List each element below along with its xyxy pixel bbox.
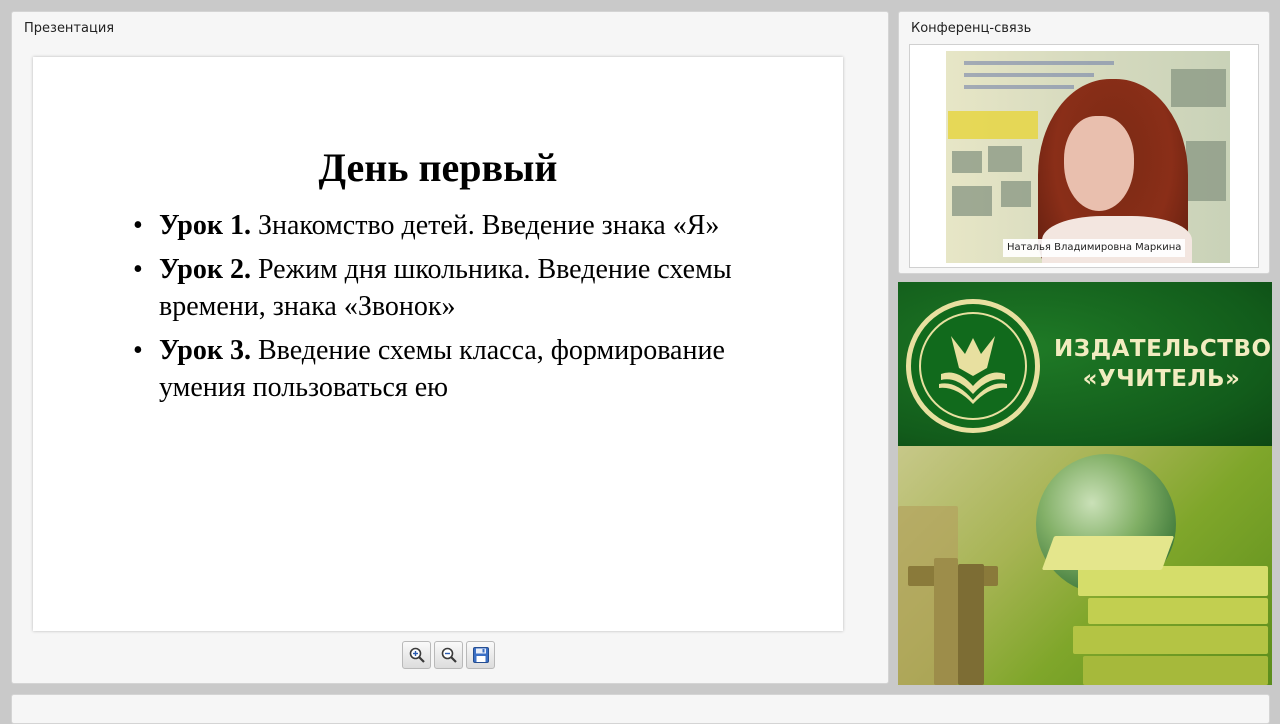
- publisher-name: ИЗДАТЕЛЬСТВО «УЧИТЕЛЬ»: [1054, 334, 1272, 394]
- zoom-in-icon: [409, 647, 425, 663]
- conference-panel-title: Конференц-связь: [911, 21, 1032, 36]
- publisher-logo: [906, 299, 1040, 433]
- poster-photo: [952, 186, 992, 216]
- floppy-disk-icon: [472, 647, 489, 663]
- video-frame: Наталья Владимировна Маркина: [909, 44, 1259, 268]
- zoom-in-button[interactable]: [402, 641, 431, 669]
- poster-photo: [1171, 69, 1226, 107]
- poster-photo: [988, 146, 1022, 172]
- publisher-banner: ИЗДАТЕЛЬСТВО «УЧИТЕЛЬ»: [898, 282, 1272, 685]
- slide-title: День первый: [318, 145, 558, 190]
- lesson-text: Знакомство детей. Введение знака «Я»: [250, 210, 720, 241]
- book-image: [958, 564, 984, 685]
- slide-toolbar: [402, 641, 495, 671]
- bullet-icon: •: [133, 335, 143, 366]
- save-button[interactable]: [466, 641, 495, 669]
- lesson-label: Урок 2.: [159, 254, 251, 285]
- book-image: [1088, 598, 1268, 624]
- banner-photo: [898, 446, 1272, 685]
- open-book-icon: [939, 336, 1007, 404]
- poster-photo: [952, 151, 982, 173]
- bullet-icon: •: [133, 254, 143, 285]
- publisher-name-line1: ИЗДАТЕЛЬСТВО: [1054, 336, 1272, 362]
- book-image: [934, 558, 958, 685]
- poster-decoration: [964, 73, 1094, 77]
- participant-name-label: Наталья Владимировна Маркина: [1003, 239, 1186, 257]
- poster-decoration: [964, 85, 1074, 89]
- book-image: [1073, 626, 1268, 654]
- participant-video: Наталья Владимировна Маркина: [946, 51, 1230, 263]
- slide-bullet-item: • Урок 3. Введение схемы класса, формиров…: [133, 332, 733, 406]
- conference-panel: Конференц-связь Наталья Владимировна Мар…: [898, 11, 1270, 274]
- zoom-out-icon: [441, 647, 457, 663]
- lesson-label: Урок 3.: [159, 335, 251, 366]
- poster-decoration: [964, 61, 1114, 65]
- lesson-label: Урок 1.: [159, 210, 251, 241]
- slide-bullet-item: • Урок 2. Режим дня школьника. Введение с…: [133, 251, 733, 325]
- poster-photo: [1001, 181, 1031, 207]
- slide-bullet-list: • Урок 1. Знакомство детей. Введение знак…: [133, 207, 733, 413]
- person-face: [1064, 116, 1134, 211]
- slide: День первый • Урок 1. Знакомство детей. В…: [33, 57, 843, 631]
- presentation-panel: Презентация День первый • Урок 1. Знакомс…: [11, 11, 889, 684]
- presentation-panel-title: Презентация: [24, 21, 115, 36]
- book-image: [1078, 566, 1268, 596]
- publisher-name-line2: «УЧИТЕЛЬ»: [1082, 366, 1241, 392]
- open-book-image: [1041, 536, 1175, 570]
- book-image: [1083, 656, 1268, 685]
- banner-header: ИЗДАТЕЛЬСТВО «УЧИТЕЛЬ»: [898, 282, 1272, 446]
- bullet-icon: •: [133, 210, 143, 241]
- poster-decoration: [948, 111, 1038, 139]
- poster-photo: [1186, 141, 1226, 201]
- slide-bullet-item: • Урок 1. Знакомство детей. Введение знак…: [133, 207, 733, 244]
- zoom-out-button[interactable]: [434, 641, 463, 669]
